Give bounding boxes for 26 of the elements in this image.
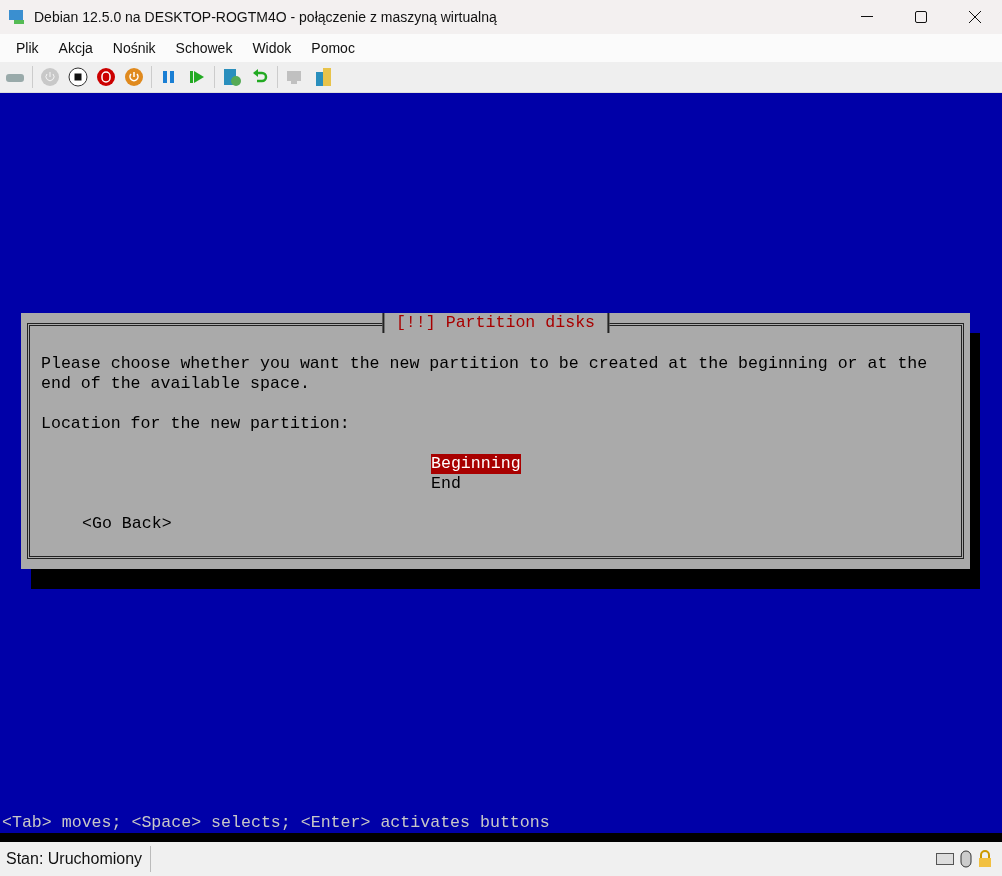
- list-option[interactable]: End: [431, 474, 461, 494]
- power-icon[interactable]: [95, 66, 117, 88]
- keyboard-icon: [936, 853, 954, 865]
- prompt-label: Location for the new partition:: [41, 414, 351, 434]
- menu-item[interactable]: Nośnik: [102, 40, 166, 56]
- server-icon[interactable]: [221, 66, 243, 88]
- stop-icon[interactable]: [67, 66, 89, 88]
- menu-item[interactable]: Pomoc: [301, 40, 365, 56]
- minimize-icon: [861, 16, 873, 18]
- dialog-title: [!!] Partition disks: [381, 313, 610, 333]
- menu-item[interactable]: Plik: [6, 40, 49, 56]
- menu-item[interactable]: Widok: [242, 40, 302, 56]
- mouse-icon: [960, 850, 972, 868]
- help-line: <Tab> moves; <Space> selects; <Enter> activates buttons: [1, 813, 551, 833]
- go-back-button[interactable]: <Go Back>: [82, 514, 172, 534]
- list-option[interactable]: Beginning: [431, 454, 521, 474]
- status-text: Stan: Uruchomiony: [6, 846, 152, 872]
- menu-item[interactable]: Schowek: [165, 40, 243, 56]
- menu-item[interactable]: Akcja: [48, 40, 103, 56]
- dialog-text: Please choose whether you want the new partition to be created at the beginning or at the end of the available space.: [41, 354, 929, 394]
- lock-icon: [978, 850, 992, 868]
- window-title: Debian 12.5.0 na DESKTOP-ROGTM4O - połączenie z maszyną wirtualną: [34, 9, 498, 25]
- monitor-icon: [8, 9, 26, 25]
- close-icon: [969, 11, 981, 23]
- maximize-icon: [915, 11, 927, 23]
- power-icon[interactable]: [123, 66, 145, 88]
